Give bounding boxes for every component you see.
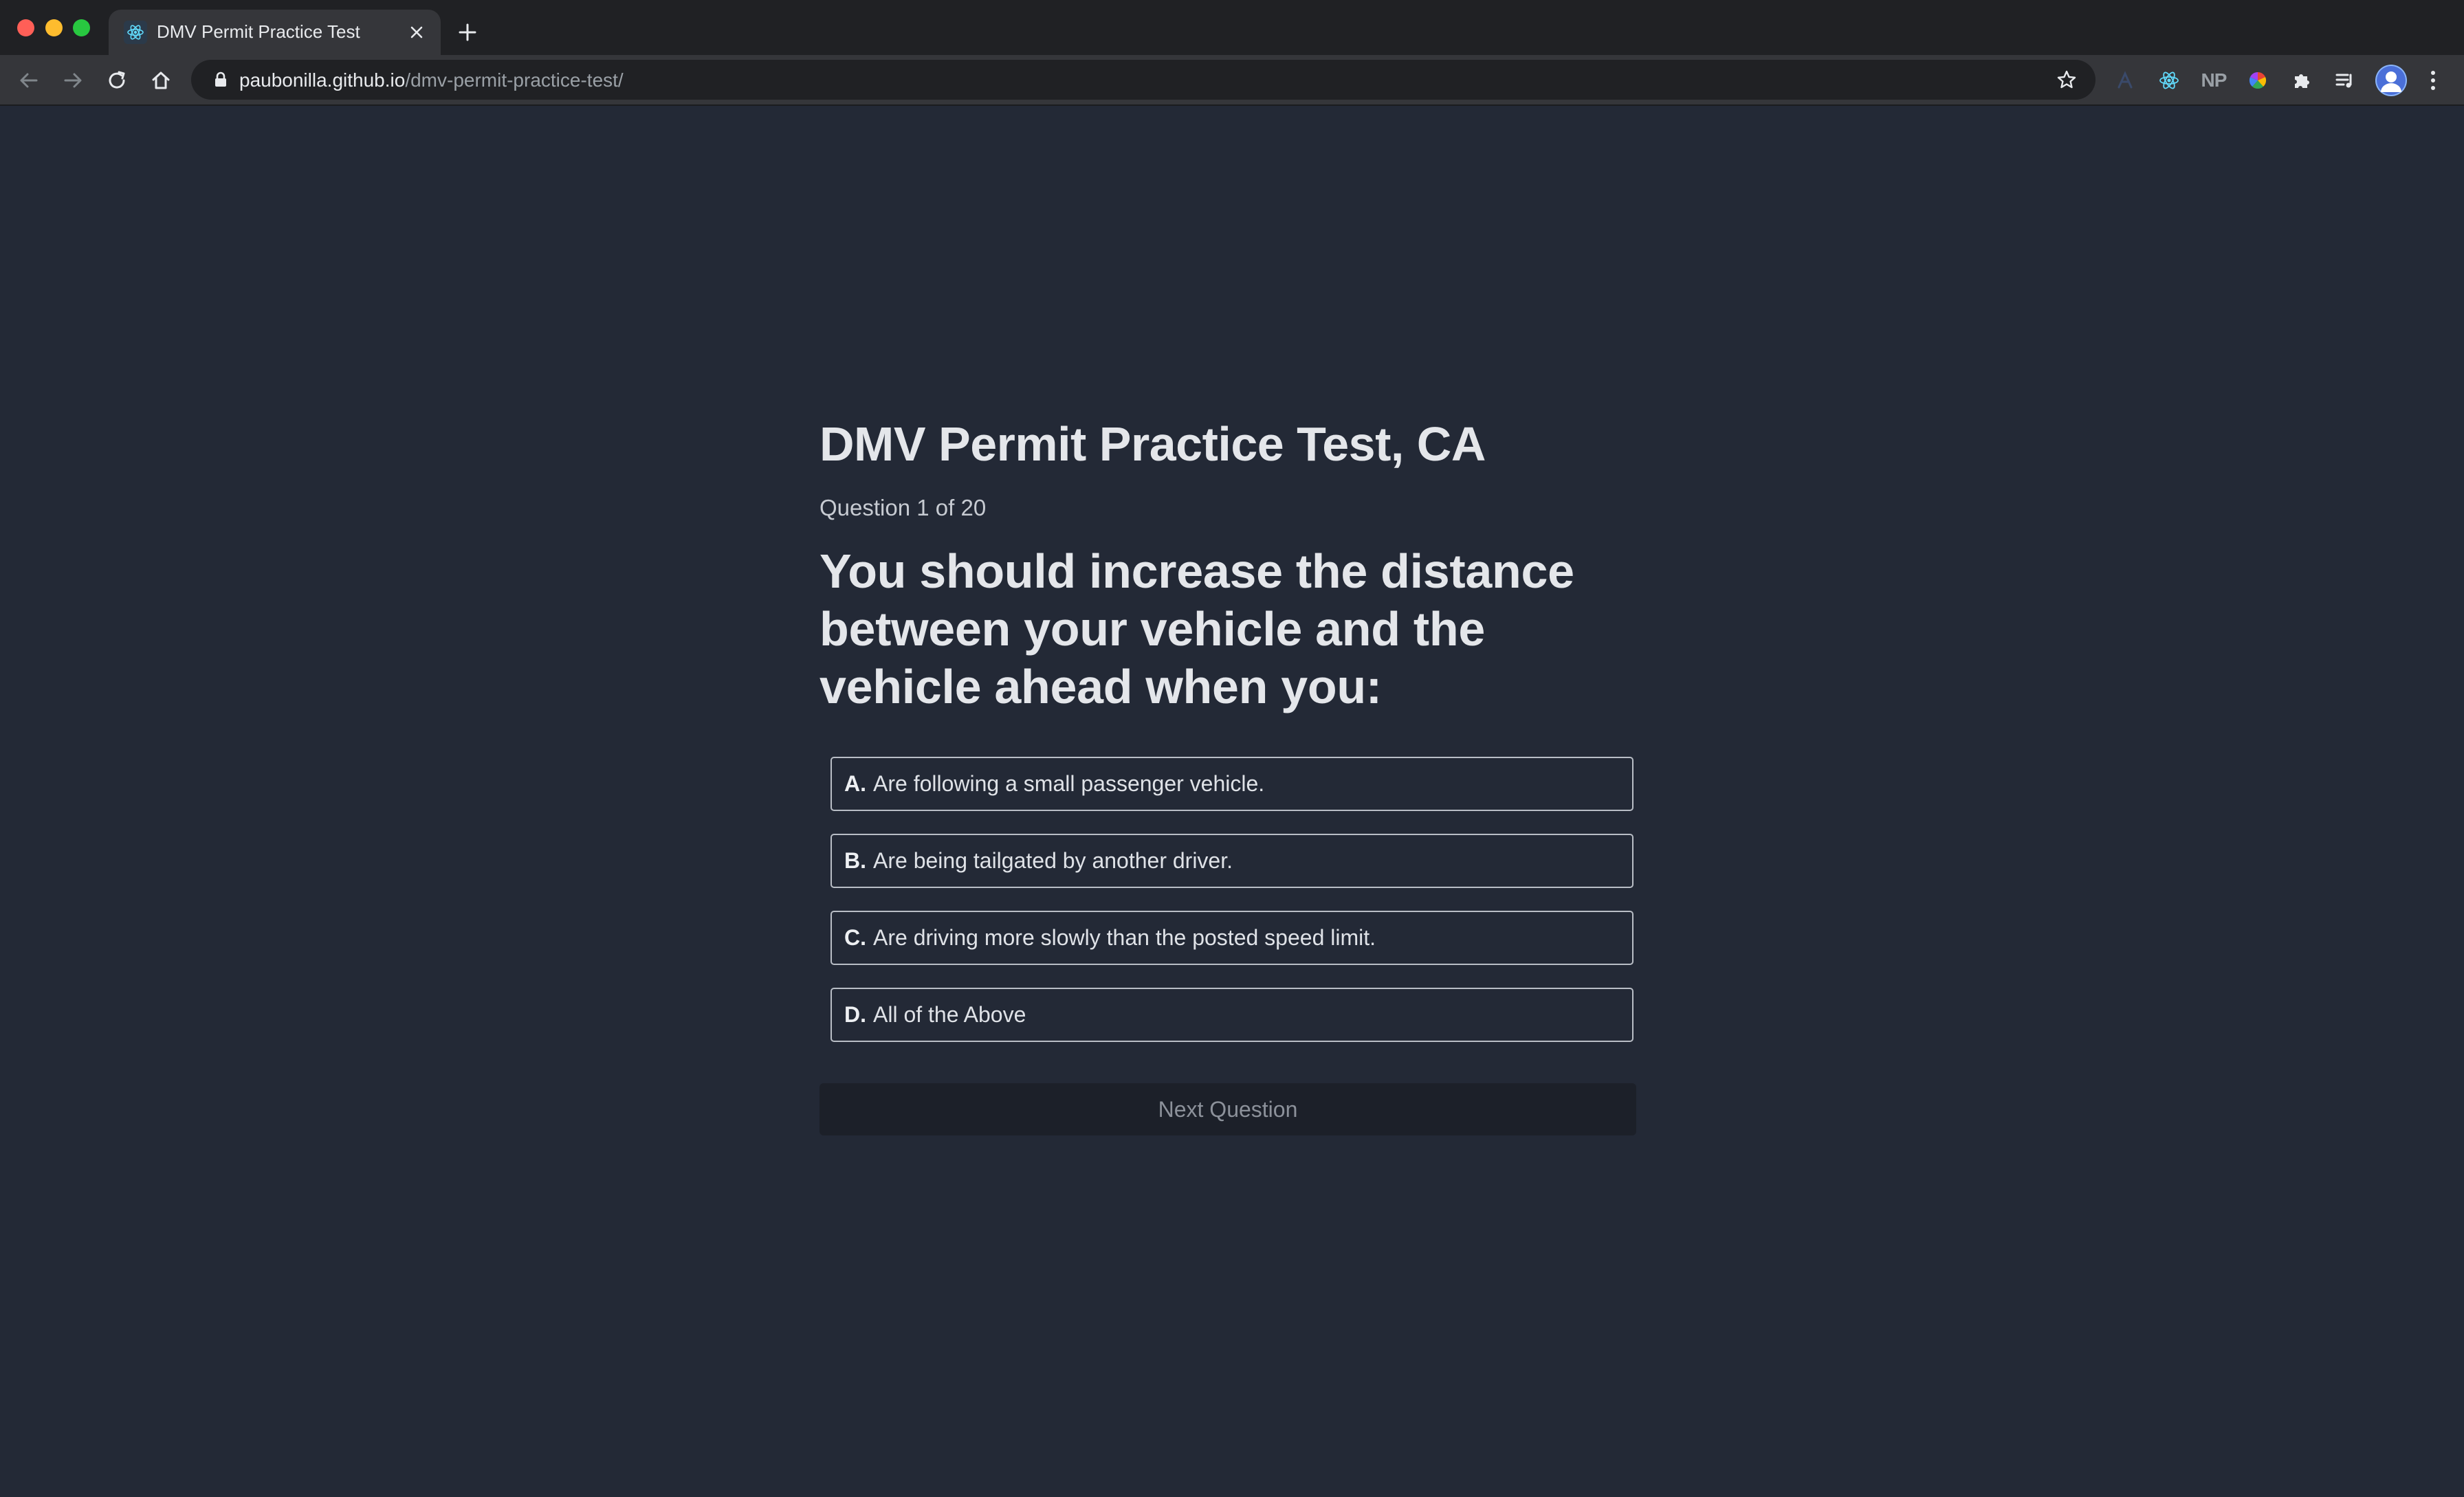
- window-zoom-button[interactable]: [73, 19, 90, 36]
- profile-avatar[interactable]: [2375, 65, 2407, 96]
- home-icon[interactable]: [148, 68, 173, 93]
- answer-text: Are driving more slowly than the posted …: [873, 925, 1376, 950]
- window-close-button[interactable]: [17, 19, 34, 36]
- react-favicon-icon: [124, 21, 147, 44]
- window-minimize-button[interactable]: [45, 19, 63, 36]
- np-extension-icon[interactable]: NP: [2198, 68, 2230, 93]
- url-path: /dmv-permit-practice-test/: [405, 69, 624, 91]
- answer-letter: C.: [844, 925, 866, 950]
- extension-a-icon[interactable]: [2113, 68, 2137, 93]
- url-text[interactable]: paubonilla.github.io/dmv-permit-practice…: [239, 69, 624, 91]
- react-devtools-icon[interactable]: [2157, 68, 2181, 93]
- question-counter: Question 1 of 20: [820, 495, 987, 520]
- browser-tab-active[interactable]: DMV Permit Practice Test: [109, 10, 441, 55]
- page-title: DMV Permit Practice Test, CA: [820, 417, 1486, 471]
- browser-tabstrip: DMV Permit Practice Test: [0, 0, 2464, 55]
- back-arrow-icon[interactable]: [16, 68, 41, 93]
- reload-icon[interactable]: [104, 68, 129, 93]
- extensions-puzzle-icon[interactable]: [2289, 68, 2314, 93]
- tab-title: DMV Permit Practice Test: [157, 21, 360, 42]
- quiz-container: DMV Permit Practice Test, CA Question 1 …: [820, 414, 1638, 1135]
- answer-text: All of the Above: [873, 1002, 1026, 1027]
- address-bar[interactable]: paubonilla.github.io/dmv-permit-practice…: [191, 60, 2096, 100]
- page-body: DMV Permit Practice Test, CA Question 1 …: [0, 107, 2464, 1497]
- answer-letter: D.: [844, 1002, 866, 1027]
- browser-menu-kebab-icon[interactable]: [2421, 68, 2445, 93]
- answer-text: Are being tailgated by another driver.: [873, 848, 1233, 873]
- answer-text: Are following a small passenger vehicle.: [873, 771, 1265, 796]
- answer-option-c[interactable]: C. Are driving more slowly than the post…: [830, 911, 1634, 965]
- lock-icon[interactable]: [212, 71, 230, 89]
- answer-option-b[interactable]: B. Are being tailgated by another driver…: [830, 834, 1634, 888]
- url-host: paubonilla.github.io: [239, 69, 406, 91]
- forward-arrow-icon[interactable]: [60, 68, 85, 93]
- bookmark-star-icon[interactable]: [2056, 69, 2078, 91]
- question-text: You should increase the distance between…: [820, 544, 1574, 713]
- answer-option-d[interactable]: D. All of the Above: [830, 988, 1634, 1042]
- color-picker-extension-icon[interactable]: [2245, 68, 2270, 93]
- answer-option-a[interactable]: A. Are following a small passenger vehic…: [830, 757, 1634, 811]
- answer-letter: B.: [844, 848, 866, 873]
- answer-list: A. Are following a small passenger vehic…: [830, 757, 1634, 1042]
- media-queue-icon[interactable]: [2333, 68, 2357, 93]
- new-tab-icon[interactable]: [454, 19, 481, 46]
- answer-letter: A.: [844, 771, 866, 796]
- next-question-button[interactable]: Next Question: [820, 1083, 1636, 1135]
- tab-close-icon[interactable]: [405, 21, 428, 44]
- browser-toolbar: paubonilla.github.io/dmv-permit-practice…: [0, 55, 2464, 106]
